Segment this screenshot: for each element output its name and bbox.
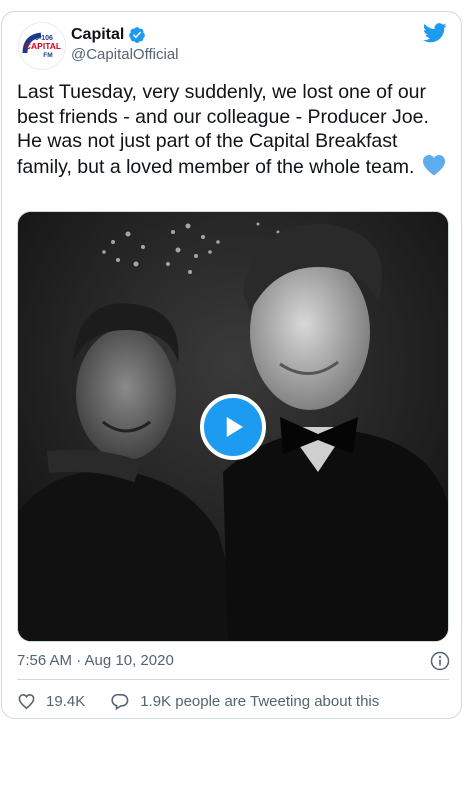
twitter-bird-icon[interactable] bbox=[423, 23, 447, 43]
video-thumbnail[interactable] bbox=[17, 211, 449, 642]
like-button[interactable]: 19.4K bbox=[17, 692, 85, 711]
tweet-timestamp[interactable]: 7:56 AM · Aug 10, 2020 bbox=[17, 652, 174, 669]
avatar-band-text: FM bbox=[43, 52, 52, 59]
author-name-row[interactable]: Capital bbox=[71, 26, 146, 44]
author-display-name[interactable]: Capital bbox=[71, 26, 124, 44]
info-icon[interactable] bbox=[430, 651, 450, 671]
speech-bubble-icon bbox=[111, 693, 129, 710]
tweet-meta-row: 7:56 AM · Aug 10, 2020 bbox=[17, 650, 450, 672]
play-icon bbox=[226, 417, 243, 437]
tweet-text-content: Last Tuesday, very suddenly, we lost one… bbox=[17, 81, 429, 178]
verified-badge-icon bbox=[128, 26, 146, 44]
tweet-text: Last Tuesday, very suddenly, we lost one… bbox=[17, 80, 447, 179]
play-button[interactable] bbox=[200, 394, 266, 460]
reply-summary: 1.9K people are Tweeting about this bbox=[140, 692, 380, 710]
avatar[interactable]: 95-106 CAPITAL FM bbox=[18, 22, 66, 70]
reply-button[interactable]: 1.9K people are Tweeting about this bbox=[111, 692, 379, 711]
avatar-brand-text: CAPITAL bbox=[25, 41, 61, 51]
tweet-actions: 19.4K 1.9K people are Tweeting about thi… bbox=[17, 690, 379, 712]
heart-outline-icon bbox=[18, 693, 35, 709]
divider bbox=[17, 679, 449, 680]
blue-heart-icon bbox=[422, 154, 446, 176]
author-handle[interactable]: @CapitalOfficial bbox=[71, 46, 179, 63]
embedded-tweet-card[interactable]: 95-106 CAPITAL FM Capital @CapitalOffici… bbox=[1, 11, 462, 719]
like-count: 19.4K bbox=[46, 692, 86, 710]
